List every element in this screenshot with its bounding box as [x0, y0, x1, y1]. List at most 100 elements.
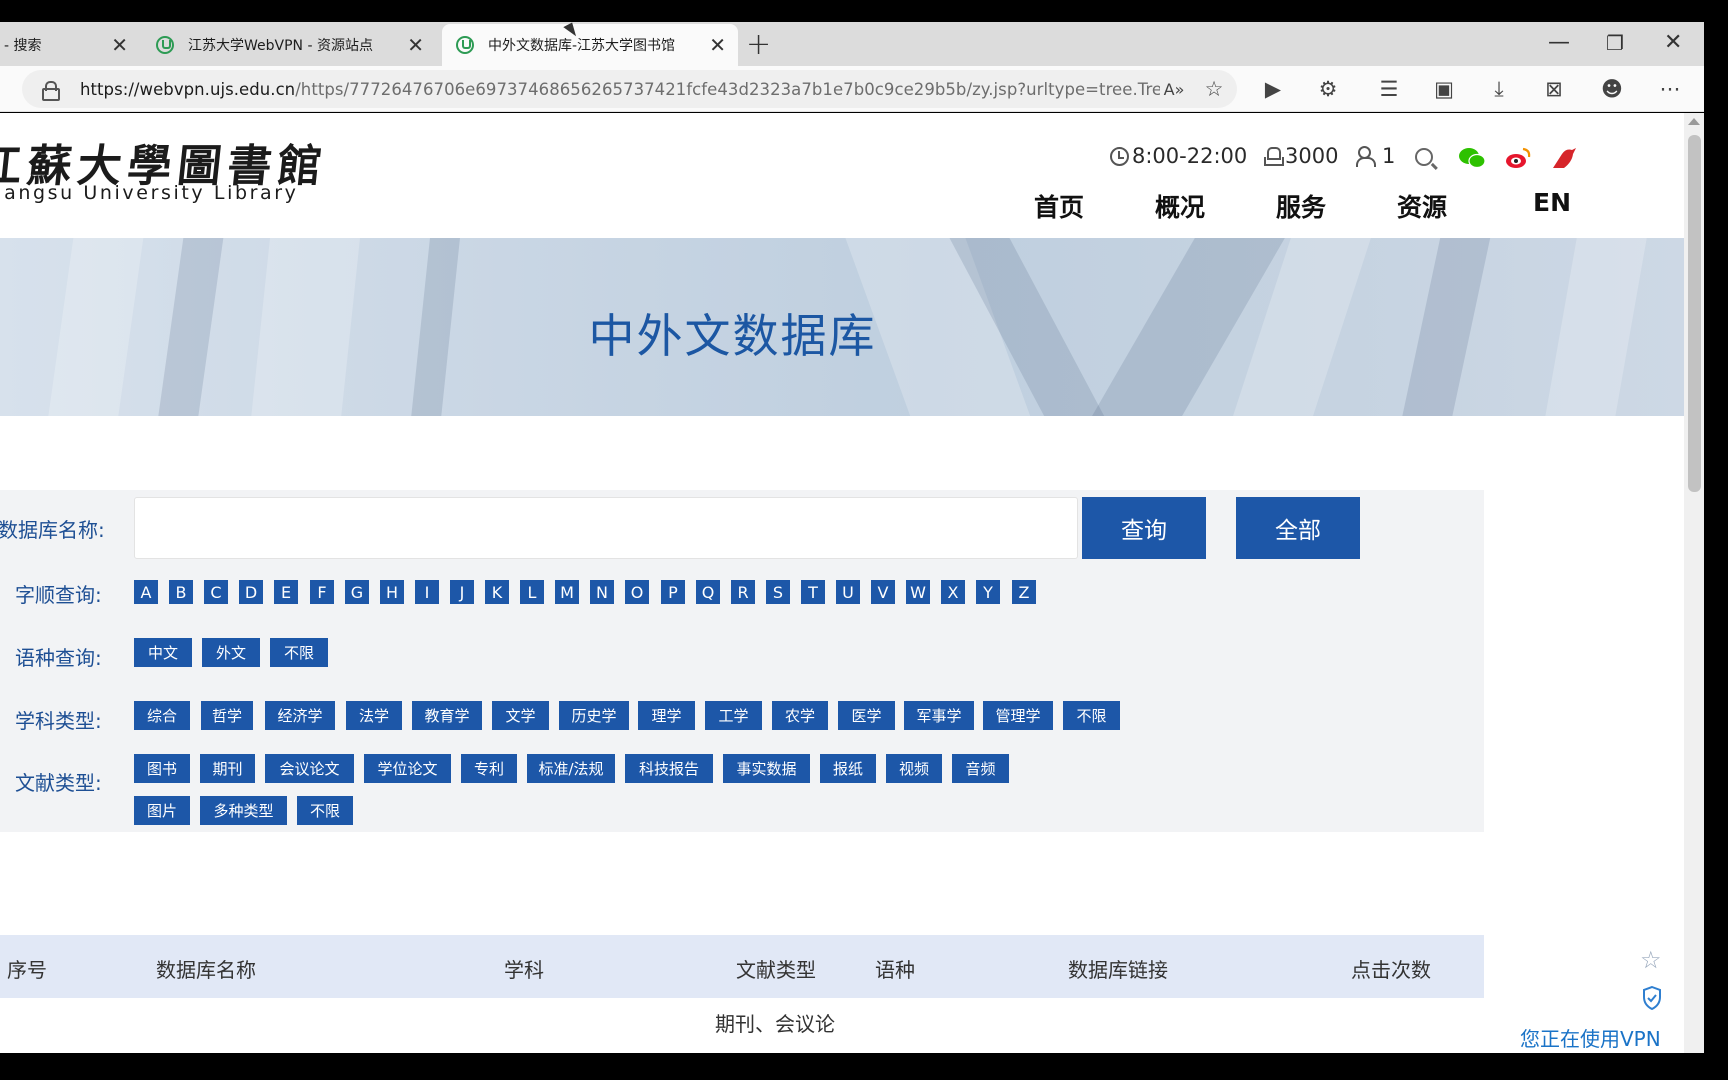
language-chip[interactable]: 不限 [270, 638, 328, 667]
letter-chip[interactable]: E [274, 580, 298, 604]
doctype-chip[interactable]: 事实数据 [723, 754, 810, 783]
subject-chip[interactable]: 不限 [1063, 701, 1120, 730]
subject-chip[interactable]: 管理学 [983, 701, 1053, 730]
subject-chip[interactable]: 教育学 [412, 701, 482, 730]
letter-chip[interactable]: V [871, 580, 895, 604]
play-icon[interactable]: ▶ [1258, 74, 1288, 104]
favorites-icon[interactable]: ☰ [1374, 74, 1404, 104]
doctype-chip[interactable]: 多种类型 [200, 796, 287, 825]
vpn-status-note[interactable]: 您正在使用VPN [1520, 1023, 1661, 1052]
math-solver-icon[interactable]: ⊠ [1539, 74, 1569, 104]
doctype-chip[interactable]: 标准/法规 [527, 754, 615, 783]
extensions-icon[interactable]: ⚙ [1313, 74, 1343, 104]
lock-icon[interactable] [42, 81, 60, 101]
letter-chip[interactable]: U [836, 580, 860, 604]
db-name-label: 数据库名称: [0, 518, 105, 542]
nav-overview[interactable]: 概况 [1155, 188, 1205, 224]
doctype-chip[interactable]: 科技报告 [625, 754, 713, 783]
letter-chip[interactable]: W [906, 580, 930, 604]
letter-chip[interactable]: Z [1012, 580, 1036, 604]
letter-chip[interactable]: X [941, 580, 965, 604]
nav-services[interactable]: 服务 [1276, 188, 1326, 224]
doctype-chip[interactable]: 视频 [886, 754, 942, 783]
letter-chip[interactable]: H [380, 580, 404, 604]
letter-chip[interactable]: D [239, 580, 263, 604]
letter-chip[interactable]: B [169, 580, 193, 604]
favorite-add-icon[interactable]: ☆ [1199, 74, 1229, 104]
subject-chip[interactable]: 军事学 [904, 701, 974, 730]
show-all-button[interactable]: 全部 [1236, 497, 1360, 559]
collections-icon[interactable]: ▣ [1429, 74, 1459, 104]
letter-chip[interactable]: C [204, 580, 228, 604]
subject-chip[interactable]: 文学 [492, 701, 549, 730]
tab-close-icon[interactable]: ✕ [709, 35, 726, 55]
seat-count: 3000 [1264, 144, 1338, 168]
letter-chip[interactable]: G [345, 580, 369, 604]
profile-icon[interactable]: ☻ [1597, 74, 1627, 104]
query-button[interactable]: 查询 [1082, 497, 1206, 559]
subject-chip[interactable]: 理学 [638, 701, 695, 730]
letter-chip[interactable]: F [310, 580, 334, 604]
tab-webvpn[interactable]: 江苏大学WebVPN - 资源站点 ✕ [150, 24, 436, 66]
doctype-chip[interactable]: 学位论文 [364, 754, 451, 783]
nav-resources[interactable]: 资源 [1397, 188, 1447, 224]
wechat-icon[interactable] [1458, 146, 1486, 170]
subject-chip[interactable]: 经济学 [265, 701, 335, 730]
language-chip[interactable]: 外文 [202, 638, 260, 667]
doctype-chip[interactable]: 会议论文 [265, 754, 354, 783]
scroll-up-icon[interactable] [1688, 118, 1700, 125]
doctype-chip[interactable]: 音频 [952, 754, 1009, 783]
new-tab-icon[interactable]: + [746, 30, 771, 60]
letter-chip[interactable]: Y [976, 580, 1000, 604]
letter-chip[interactable]: Q [696, 580, 720, 604]
doctype-chip[interactable]: 图片 [134, 796, 190, 825]
subject-type-label: 学科类型: [15, 709, 102, 733]
more-icon[interactable]: ⋯ [1655, 74, 1685, 104]
letter-chip[interactable]: K [485, 580, 509, 604]
star-icon[interactable]: ☆ [1640, 948, 1662, 972]
subject-chip[interactable]: 历史学 [559, 701, 629, 730]
search-icon[interactable] [1415, 148, 1433, 166]
subject-chip[interactable]: 法学 [346, 701, 402, 730]
doctype-chip[interactable]: 专利 [461, 754, 517, 783]
window-close-icon[interactable]: ✕ [1664, 28, 1682, 58]
letter-chip[interactable]: S [766, 580, 790, 604]
letter-chip[interactable]: R [731, 580, 755, 604]
subject-chip[interactable]: 工学 [705, 701, 762, 730]
tab-search[interactable]: - 搜索 ✕ [0, 24, 140, 66]
douban-bird-icon[interactable] [1550, 146, 1578, 170]
address-bar[interactable]: https://webvpn.ujs.edu.cn/https/77726476… [22, 70, 1237, 108]
letter-chip[interactable]: N [590, 580, 614, 604]
subject-chip[interactable]: 哲学 [201, 701, 253, 730]
subject-chip[interactable]: 农学 [772, 701, 828, 730]
doctype-chip[interactable]: 图书 [134, 754, 190, 783]
nav-home[interactable]: 首页 [1034, 188, 1084, 224]
tab-close-icon[interactable]: ✕ [407, 35, 424, 55]
scrollbar-thumb[interactable] [1688, 135, 1701, 492]
maximize-icon[interactable]: ❐ [1606, 28, 1624, 58]
doctype-chip[interactable]: 不限 [297, 796, 353, 825]
downloads-icon[interactable]: ⤓ [1484, 74, 1514, 104]
letter-chip[interactable]: I [415, 580, 439, 604]
letter-chip[interactable]: M [555, 580, 579, 604]
weibo-icon[interactable] [1504, 146, 1532, 170]
tab-close-icon[interactable]: ✕ [111, 35, 128, 55]
subject-chip[interactable]: 综合 [134, 701, 190, 730]
minimize-icon[interactable]: — [1548, 28, 1570, 58]
letter-chip[interactable]: A [134, 580, 158, 604]
url-text[interactable]: https://webvpn.ujs.edu.cn/https/77726476… [80, 80, 1160, 99]
nav-english[interactable]: EN [1533, 188, 1571, 217]
subject-chip[interactable]: 医学 [838, 701, 895, 730]
letter-chip[interactable]: O [625, 580, 649, 604]
letter-chip[interactable]: L [520, 580, 544, 604]
shield-check-icon[interactable] [1642, 986, 1662, 1010]
read-aloud-icon[interactable]: A» [1159, 74, 1189, 104]
letter-chip[interactable]: T [801, 580, 825, 604]
doctype-chip[interactable]: 期刊 [200, 754, 255, 783]
letter-chip[interactable]: J [450, 580, 474, 604]
db-name-input[interactable] [134, 497, 1078, 559]
language-chip[interactable]: 中文 [134, 638, 192, 667]
doctype-chip[interactable]: 报纸 [820, 754, 876, 783]
tab-databases[interactable]: 中外文数据库-江苏大学图书馆 ✕ [442, 24, 738, 66]
letter-chip[interactable]: P [661, 580, 685, 604]
